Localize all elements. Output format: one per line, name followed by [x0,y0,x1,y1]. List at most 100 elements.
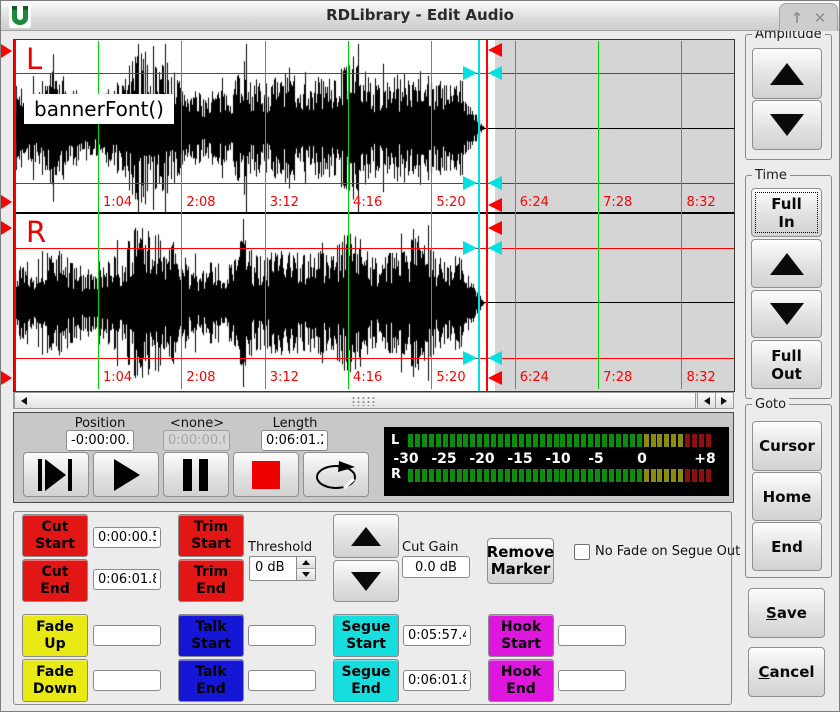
hook-end-field[interactable] [558,670,626,691]
meter-segment [630,434,635,447]
fade-down-field[interactable] [93,670,161,691]
trim-end-button[interactable]: Trim End [178,559,244,602]
time-label: 4:16 [353,370,382,385]
segue-start-marker-line[interactable] [478,40,480,391]
save-button[interactable]: Save [748,588,825,638]
talk-end-field[interactable] [248,670,316,691]
fade-up-button[interactable]: Fade Up [22,614,88,657]
remove-marker-button[interactable]: Remove Marker [487,538,554,584]
scroll-left-button[interactable] [14,393,33,408]
meter-segment [623,434,628,447]
position-field[interactable] [66,430,134,451]
pause-button[interactable] [163,452,229,497]
threshold-spin-down-button[interactable] [297,569,315,580]
cut-gain-field[interactable] [402,556,470,578]
cut-start-marker-line[interactable] [14,40,16,391]
amplitude-ref-line [14,248,734,249]
scrollbar-handle[interactable] [32,393,696,408]
amplitude-up-button[interactable] [752,48,822,99]
time-label: 1:04 [103,195,132,210]
waveform-left-canvas[interactable] [15,41,493,212]
cut-end-button[interactable]: Cut End [22,559,88,602]
waveform-display[interactable]: L R bannerFont() 1:041:042:082:083:123:1… [13,39,735,392]
meter-segment [533,469,538,482]
cut-start-marker-handle[interactable] [1,371,12,385]
cut-end-marker-handle[interactable] [488,371,502,385]
hook-end-button[interactable]: Hook End [488,659,554,702]
cut-end-marker-handle[interactable] [488,43,502,57]
trim-start-button[interactable]: Trim Start [178,514,244,557]
time-gridline [348,41,349,389]
segue-start-marker-handle[interactable] [463,176,477,190]
waveform-scrollbar[interactable] [13,392,734,409]
fade-up-field[interactable] [93,625,161,646]
meter-segment [616,434,621,447]
time-zoom-in-button[interactable] [751,239,822,288]
window-title: RDLibrary - Edit Audio [1,1,839,30]
segue-end-button[interactable]: Segue End [333,659,399,702]
cut-end-marker-handle[interactable] [488,221,502,235]
cut-end-marker-handle[interactable] [488,198,502,212]
stop-button[interactable] [233,452,299,497]
time-label: 5:20 [436,195,465,210]
cancel-button[interactable]: Cancel [748,647,825,697]
play-from-start-button[interactable] [23,452,89,497]
cut-start-marker-handle[interactable] [1,44,12,58]
goto-cursor-button[interactable]: Cursor [752,421,822,471]
cut-start-field[interactable] [93,527,161,548]
gain-up-button[interactable] [333,514,399,558]
segue-start-marker-handle[interactable] [463,66,477,80]
cut-end-marker-line[interactable] [486,40,488,391]
length-label: Length [249,416,341,431]
meter-segment [657,434,662,447]
loop-icon [313,458,359,492]
full-out-button[interactable]: Full Out [751,340,822,389]
cut-end-field[interactable] [93,569,161,590]
segue-end-marker-handle[interactable] [488,176,502,190]
threshold-value[interactable]: 0 dB [250,557,296,580]
goto-end-button[interactable]: End [752,522,822,571]
meter-segment [664,469,669,482]
segue-end-marker-handle[interactable] [488,66,502,80]
play-button[interactable] [93,452,159,497]
cut-start-marker-handle[interactable] [1,195,12,209]
arrow-down-icon [770,303,804,325]
talk-start-button[interactable]: Talk Start [178,614,244,657]
segue-start-marker-handle[interactable] [463,351,477,365]
no-fade-checkbox[interactable] [574,544,590,560]
window-titlebar: RDLibrary - Edit Audio ↑ ✕ [1,1,839,31]
scroll-left-button-2[interactable] [697,393,716,408]
cut-start-marker-handle[interactable] [1,221,12,235]
meter-segment [692,434,697,447]
shade-window-button[interactable]: ↑ [791,9,804,27]
segue-end-marker-handle[interactable] [488,241,502,255]
threshold-spin-up-button[interactable] [297,557,315,569]
save-rest-letters: ave [777,604,807,622]
segue-end-field[interactable] [403,670,471,691]
length-field[interactable] [261,430,328,451]
scroll-right-button[interactable] [715,393,732,408]
gain-down-button[interactable] [333,560,399,602]
talk-end-button[interactable]: Talk End [178,659,244,702]
fade-down-button[interactable]: Fade Down [22,659,88,702]
meter-segment [581,469,586,482]
segue-start-field[interactable] [403,625,471,646]
cut-start-button[interactable]: Cut Start [22,514,88,557]
time-label: 7:28 [603,370,632,385]
amplitude-ref-line [14,183,734,184]
meter-segment [685,434,690,447]
segue-end-marker-handle[interactable] [488,351,502,365]
threshold-spinbox[interactable]: 0 dB [249,556,316,581]
full-in-button[interactable]: Full In [751,188,822,237]
close-window-button[interactable]: ✕ [814,9,827,27]
amplitude-down-button[interactable] [752,100,822,150]
hook-start-field[interactable] [558,625,626,646]
talk-start-field[interactable] [248,625,316,646]
hook-start-button[interactable]: Hook Start [488,614,554,657]
time-zoom-out-button[interactable] [751,290,822,338]
goto-home-button[interactable]: Home [752,472,822,521]
zero-line-left [14,128,734,129]
segue-start-marker-handle[interactable] [463,241,477,255]
loop-button[interactable] [303,452,369,497]
segue-start-button[interactable]: Segue Start [333,614,399,657]
